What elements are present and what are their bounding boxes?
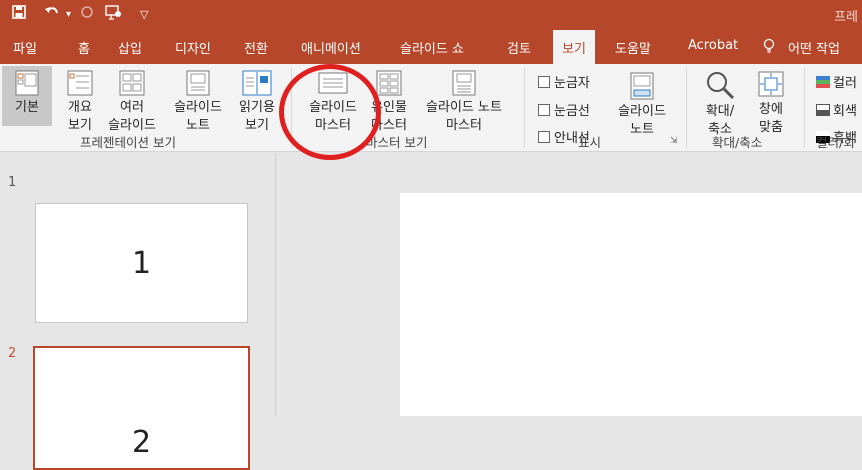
reading-view-line1: 읽기용	[239, 100, 275, 115]
notes-master-button[interactable]: 슬라이드 노트 마스터	[416, 70, 512, 135]
ruler-checkbox[interactable]: 눈금자	[538, 72, 590, 91]
tab-help[interactable]: 도움말	[615, 38, 651, 57]
slide-thumbnail-content: 2	[131, 425, 152, 460]
tab-insert[interactable]: 삽입	[118, 38, 142, 57]
zoom-line1: 확대/	[705, 104, 735, 119]
fit-window-line2: 맞춤	[759, 120, 783, 135]
fit-window-icon	[758, 71, 784, 97]
slide-number: 2	[8, 346, 17, 361]
slide-number: 1	[8, 175, 17, 190]
grayscale-option[interactable]: 회색	[816, 100, 857, 119]
undo-icon[interactable]	[44, 4, 60, 24]
ruler-label: 눈금자	[554, 76, 590, 91]
title-bar: ▾ ▽ 프레	[0, 0, 862, 30]
outline-view-icon	[67, 70, 93, 96]
reading-view-icon	[242, 70, 272, 96]
slide-editing-canvas[interactable]	[400, 193, 862, 416]
undo-dropdown-icon[interactable]: ▾	[66, 9, 71, 20]
notes-master-icon	[452, 70, 476, 96]
fit-to-window-button[interactable]: 창에 맞춤	[748, 70, 794, 137]
annotation-circle	[279, 64, 381, 160]
tab-animations[interactable]: 애니메이션	[301, 38, 361, 57]
notes-pane-icon	[630, 72, 654, 100]
fit-window-line1: 창에	[759, 102, 783, 117]
reading-view-line2: 보기	[245, 118, 269, 133]
notes-pane-line1: 슬라이드	[618, 104, 666, 119]
reading-view-button[interactable]: 읽기용 보기	[232, 70, 282, 135]
notes-page-button[interactable]: 슬라이드 노트	[168, 70, 228, 135]
zoom-button[interactable]: 확대/ 축소	[694, 70, 746, 139]
group-divider	[804, 68, 805, 148]
color-option[interactable]: 컬러	[816, 72, 857, 91]
normal-view-label: 기본	[15, 100, 39, 115]
zoom-group-label: 확대/축소	[712, 135, 763, 150]
show-group-label: 표시	[578, 135, 602, 150]
slide-thumbnail-pane: 1 1 2 2	[0, 153, 276, 470]
notes-page-line1: 슬라이드	[174, 100, 222, 115]
color-label: 컬러	[833, 76, 857, 91]
slide-sorter-icon	[119, 70, 145, 96]
notes-page-icon	[186, 70, 210, 96]
notes-pane-line2: 노트	[630, 122, 654, 137]
tab-design[interactable]: 디자인	[175, 38, 211, 57]
save-icon[interactable]	[12, 4, 26, 23]
dialog-launcher-icon[interactable]: ⇲	[670, 136, 678, 146]
grayscale-label: 회색	[833, 104, 857, 119]
tab-slideshow[interactable]: 슬라이드 쇼	[400, 38, 464, 57]
window-title: 프레	[834, 10, 858, 25]
redo-icon[interactable]	[80, 4, 94, 23]
tab-transitions[interactable]: 전환	[244, 38, 268, 57]
presentation-views-group-label: 프레젠테이션 보기	[80, 135, 176, 150]
slide-thumbnail-content: 1	[131, 245, 152, 281]
slide-sorter-line2: 슬라이드	[108, 118, 156, 133]
outline-view-line1: 개요	[68, 100, 92, 115]
group-divider	[686, 68, 687, 148]
magnifier-icon	[707, 72, 735, 100]
normal-view-button[interactable]: 기본	[2, 66, 52, 126]
ribbon-tabs: 파일 홈 삽입 디자인 전환 애니메이션 슬라이드 쇼 검토 보기 도움말 Ac…	[0, 30, 862, 64]
notes-master-line1: 슬라이드 노트	[426, 100, 502, 115]
normal-view-icon	[15, 70, 39, 96]
gridlines-label: 눈금선	[554, 104, 590, 119]
color-group-label: 컬러/회	[816, 135, 855, 150]
slide-sorter-button[interactable]: 여러 슬라이드	[104, 70, 160, 135]
gridlines-checkbox[interactable]: 눈금선	[538, 100, 590, 119]
master-views-group-label: 마스터 보기	[366, 135, 428, 150]
group-divider	[524, 68, 525, 148]
tab-review[interactable]: 검토	[507, 38, 531, 57]
notes-pane-button[interactable]: 슬라이드 노트	[612, 72, 672, 139]
tab-acrobat[interactable]: Acrobat	[688, 38, 738, 53]
tab-view[interactable]: 보기	[553, 30, 595, 64]
tab-home[interactable]: 홈	[78, 38, 90, 57]
tell-me-search[interactable]: 어떤 작업	[788, 38, 840, 57]
customize-qat-icon[interactable]: ▽	[140, 8, 148, 21]
slide-thumbnail[interactable]: 1	[35, 203, 248, 323]
slide-sorter-line1: 여러	[120, 100, 144, 115]
ribbon-view: 기본 개요 보기 여러 슬라이드 슬라이드 노트 읽기용 보기 프레젠테이션 보…	[0, 64, 862, 152]
lightbulb-icon[interactable]	[762, 38, 776, 58]
outline-view-button[interactable]: 개요 보기	[60, 70, 100, 135]
tab-file[interactable]: 파일	[13, 38, 37, 57]
outline-view-line2: 보기	[68, 118, 92, 133]
notes-master-line2: 마스터	[446, 118, 482, 133]
slide-thumbnail-selected[interactable]: 2	[33, 346, 250, 470]
handout-master-icon	[376, 70, 402, 96]
present-from-beginning-icon[interactable]	[105, 4, 123, 24]
notes-page-line2: 노트	[186, 118, 210, 133]
